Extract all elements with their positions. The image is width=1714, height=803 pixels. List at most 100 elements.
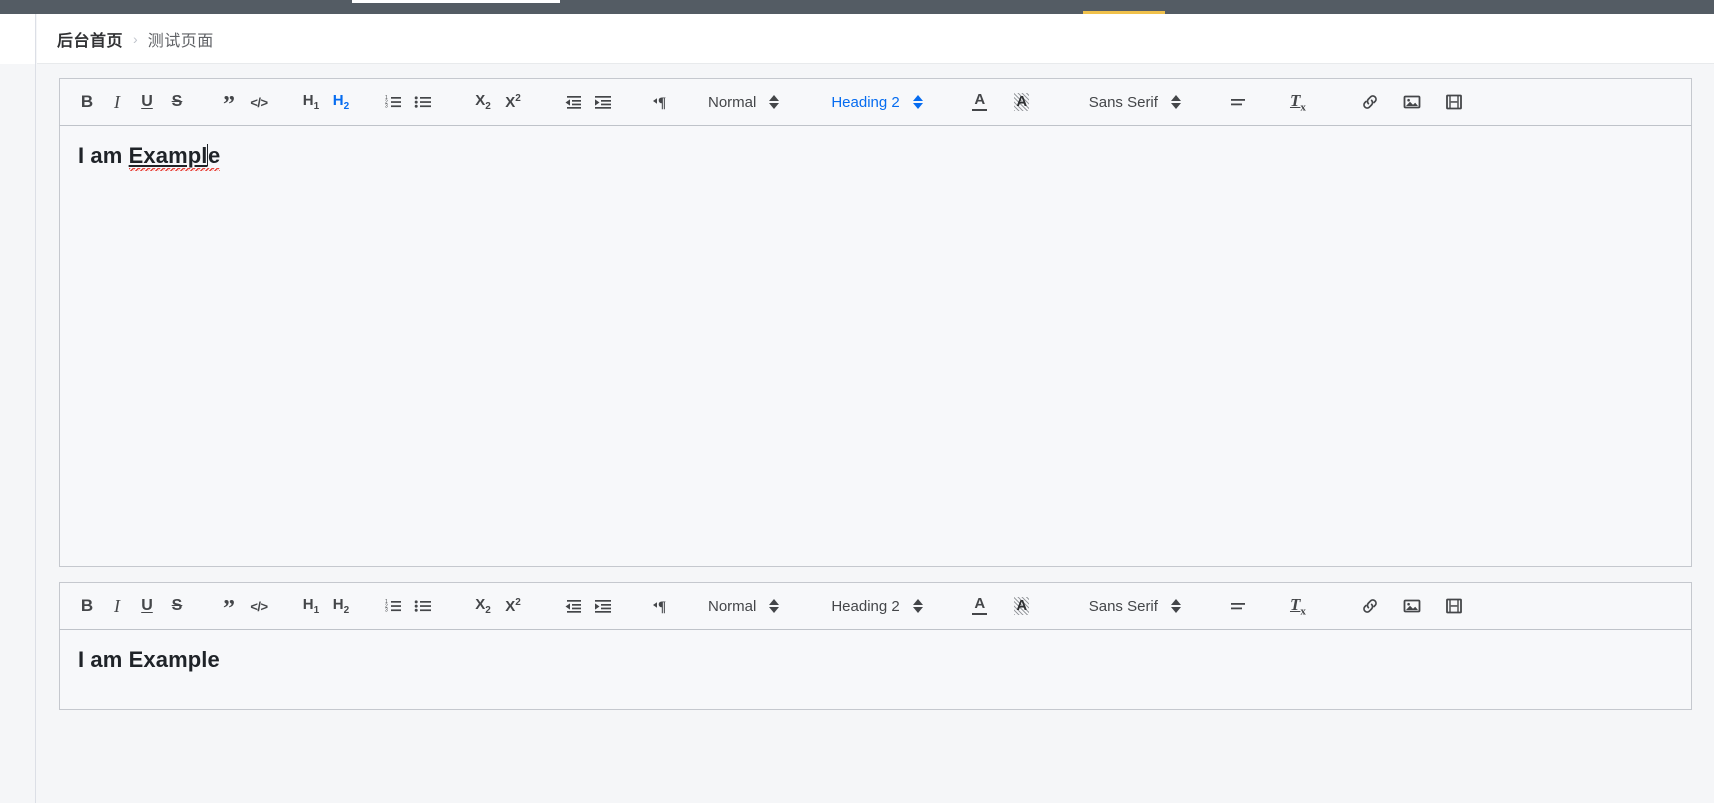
link-icon <box>1363 599 1377 613</box>
indent-button[interactable] <box>588 87 618 117</box>
background-color-icon: A <box>1014 597 1030 615</box>
text-color-picker[interactable]: A <box>965 87 995 117</box>
blockquote-button[interactable]: ” <box>214 87 244 117</box>
editor-text-prefix: I am <box>78 647 129 672</box>
italic-button[interactable]: I <box>102 87 132 117</box>
align-icon <box>1230 99 1245 106</box>
heading-2-button[interactable]: H2 <box>326 591 356 621</box>
superscript-button[interactable]: X2 <box>498 591 528 621</box>
strikethrough-button[interactable]: S <box>162 591 192 621</box>
page-body: B I U S ” </> H1 H2 1 2 3 X2 X2 ¶ Normal… <box>37 65 1714 803</box>
breadcrumb-separator-icon: › <box>133 30 138 47</box>
clear-formatting-button[interactable]: Tx <box>1283 591 1313 621</box>
strikethrough-icon: S <box>171 93 183 110</box>
font-picker[interactable]: Sans Serif <box>1089 598 1181 615</box>
font-picker-label: Sans Serif <box>1088 597 1158 615</box>
outdent-button[interactable] <box>558 87 588 117</box>
breadcrumb-home-link[interactable]: 后台首页 <box>57 27 123 51</box>
ordered-list-icon: 1 2 3 <box>385 95 401 110</box>
subscript-button[interactable]: X2 <box>468 87 498 117</box>
size-picker-label: Normal <box>708 597 757 615</box>
link-icon <box>1363 95 1377 109</box>
size-picker[interactable]: Normal <box>708 93 780 111</box>
insert-image-button[interactable] <box>1397 591 1427 621</box>
editor-text-suffix: Example <box>128 647 220 672</box>
insert-link-button[interactable] <box>1355 87 1385 117</box>
underline-button[interactable]: U <box>132 591 162 621</box>
text-direction-button[interactable]: ¶ <box>648 591 678 621</box>
video-icon <box>1446 94 1462 110</box>
insert-link-button[interactable] <box>1355 591 1385 621</box>
insert-video-button[interactable] <box>1439 87 1469 117</box>
breadcrumb-bar: 后台首页 › 测试页面 <box>37 14 1714 64</box>
superscript-button[interactable]: X2 <box>498 87 528 117</box>
ordered-list-button[interactable]: 1 2 3 <box>378 87 408 117</box>
bullet-list-icon <box>414 600 431 612</box>
size-picker[interactable]: Normal <box>708 597 780 615</box>
indent-icon <box>595 96 611 109</box>
header-picker[interactable]: Heading 2 <box>831 93 923 111</box>
rich-text-editor-primary: B I U S ” </> H1 H2 1 2 3 X2 X2 ¶ Normal… <box>59 78 1692 567</box>
outdent-button[interactable] <box>558 591 588 621</box>
quote-icon: ” <box>223 595 235 622</box>
bullet-list-button[interactable] <box>408 87 438 117</box>
strikethrough-button[interactable]: S <box>162 87 192 117</box>
outdent-icon <box>565 600 581 613</box>
svg-text:3: 3 <box>385 608 388 614</box>
editor-text-suffix: e <box>208 143 221 171</box>
header-picker-label: Heading 2 <box>831 597 900 615</box>
heading-1-button[interactable]: H1 <box>296 591 326 621</box>
insert-image-button[interactable] <box>1397 87 1427 117</box>
font-picker[interactable]: Sans Serif <box>1089 94 1181 111</box>
superscript-icon: X2 <box>505 93 521 111</box>
subscript-icon: X2 <box>475 596 491 616</box>
bold-button[interactable]: B <box>72 591 102 621</box>
insert-video-button[interactable] <box>1439 591 1469 621</box>
background-color-picker[interactable]: A <box>1007 591 1037 621</box>
text-color-picker[interactable]: A <box>965 591 995 621</box>
heading-2-button[interactable]: H2 <box>326 87 356 117</box>
breadcrumb: 后台首页 › 测试页面 <box>37 27 214 51</box>
superscript-icon: X2 <box>505 597 521 615</box>
quote-icon: ” <box>223 91 235 118</box>
bold-button[interactable]: B <box>72 87 102 117</box>
editor-spacer <box>59 567 1692 582</box>
background-color-picker[interactable]: A <box>1007 87 1037 117</box>
blockquote-button[interactable]: ” <box>214 591 244 621</box>
align-picker[interactable] <box>1223 591 1253 621</box>
code-block-button[interactable]: </> <box>244 591 274 621</box>
chevron-updown-icon <box>912 95 923 109</box>
code-block-button[interactable]: </> <box>244 87 274 117</box>
strikethrough-icon: S <box>171 597 183 614</box>
align-picker[interactable] <box>1223 87 1253 117</box>
header-picker[interactable]: Heading 2 <box>831 597 923 615</box>
ordered-list-icon: 1 2 3 <box>385 599 401 614</box>
indent-button[interactable] <box>588 591 618 621</box>
italic-icon: I <box>114 91 120 112</box>
background-color-icon: A <box>1014 93 1030 111</box>
italic-icon: I <box>114 595 120 616</box>
text-direction-button[interactable]: ¶ <box>648 87 678 117</box>
clear-format-icon: Tx <box>1289 90 1306 114</box>
indent-icon <box>595 600 611 613</box>
clear-formatting-button[interactable]: Tx <box>1283 87 1313 117</box>
header-picker-label: Heading 2 <box>831 93 900 111</box>
underline-icon: U <box>141 93 153 110</box>
bullet-list-button[interactable] <box>408 591 438 621</box>
subscript-button[interactable]: X2 <box>468 591 498 621</box>
chevron-updown-icon <box>769 599 780 613</box>
subscript-icon: X2 <box>475 92 491 112</box>
heading-1-button[interactable]: H1 <box>296 87 326 117</box>
size-picker-label: Normal <box>708 93 757 111</box>
editor-content-secondary[interactable]: I am Example <box>59 630 1692 710</box>
editor-content-primary[interactable]: I am Example <box>59 126 1692 567</box>
text-color-icon: A <box>972 596 988 616</box>
svg-text:¶: ¶ <box>658 599 666 615</box>
italic-button[interactable]: I <box>102 591 132 621</box>
image-icon <box>1403 95 1421 109</box>
chevron-updown-icon <box>769 95 780 109</box>
ordered-list-button[interactable]: 1 2 3 <box>378 591 408 621</box>
svg-text:3: 3 <box>385 104 388 110</box>
outdent-icon <box>565 96 581 109</box>
underline-button[interactable]: U <box>132 87 162 117</box>
